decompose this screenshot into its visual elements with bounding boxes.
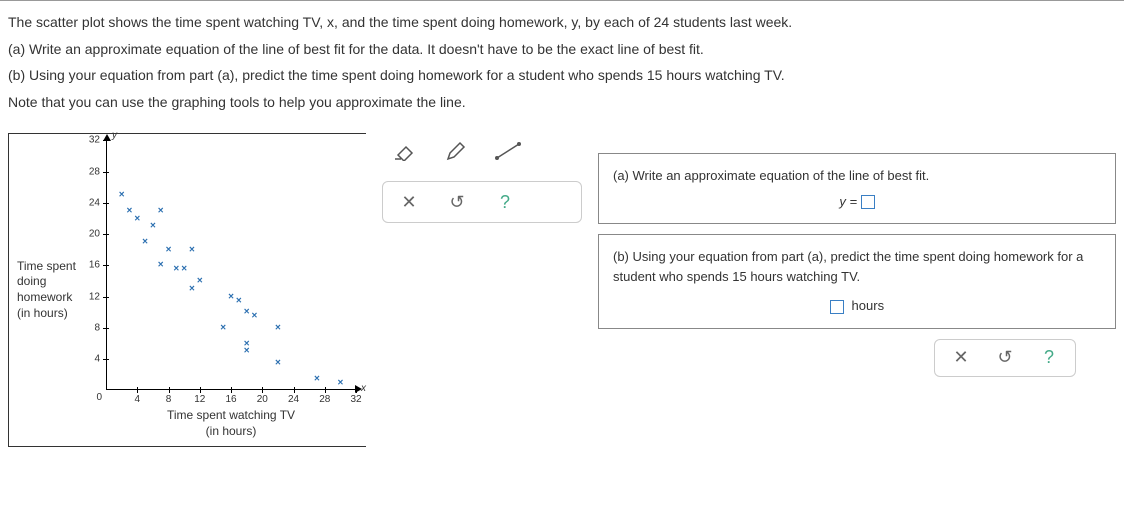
x-tick <box>200 387 201 393</box>
y-tick-label: 20 <box>89 229 100 240</box>
data-point: × <box>275 322 281 333</box>
data-point: × <box>166 244 172 255</box>
y-tick-label: 8 <box>94 322 100 333</box>
problem-part-a: (a) Write an approximate equation of the… <box>8 36 1116 63</box>
data-point: × <box>275 358 281 369</box>
data-point: × <box>119 190 125 201</box>
equation-input[interactable] <box>861 195 875 209</box>
answer-box-b: (b) Using your equation from part (a), p… <box>598 234 1116 329</box>
y-tick <box>103 140 109 141</box>
chart-panel: Time spent doing homework (in hours) y x… <box>8 133 366 446</box>
control-row-answers: ✕ ↺ ? <box>934 339 1076 377</box>
x-tick-label: 24 <box>288 394 299 405</box>
hours-unit: hours <box>852 298 885 313</box>
y-tick-label: 12 <box>89 291 100 302</box>
help-button[interactable]: ? <box>495 192 515 212</box>
clear-answers-button[interactable]: ✕ <box>951 348 971 368</box>
y-tick-label: 32 <box>89 135 100 146</box>
data-point: × <box>236 295 242 306</box>
data-point: × <box>252 311 258 322</box>
data-point: × <box>244 346 250 357</box>
data-point: × <box>181 264 187 275</box>
x-tick-label: 12 <box>194 394 205 405</box>
drawing-tools <box>382 133 582 169</box>
x-tick-label: 8 <box>166 394 172 405</box>
answer-box-a: (a) Write an approximate equation of the… <box>598 153 1116 224</box>
scatter-plot[interactable]: y x 0 4488121216162020242428283232××××××… <box>106 140 356 390</box>
y-tick <box>103 359 109 360</box>
y-tick <box>103 328 109 329</box>
data-point: × <box>142 236 148 247</box>
y-tick <box>103 265 109 266</box>
data-point: × <box>158 260 164 271</box>
x-tick <box>262 387 263 393</box>
x-tick <box>231 387 232 393</box>
y-tick-label: 24 <box>89 197 100 208</box>
data-point: × <box>244 307 250 318</box>
pencil-tool[interactable] <box>442 137 470 165</box>
x-tick-label: 20 <box>257 394 268 405</box>
eraser-tool[interactable] <box>390 137 418 165</box>
control-row-chart: ✕ ↺ ? <box>382 181 582 223</box>
y-tick <box>103 234 109 235</box>
problem-note: Note that you can use the graphing tools… <box>8 89 1116 116</box>
x-tick <box>325 387 326 393</box>
x-tick <box>294 387 295 393</box>
eq-left: y = <box>839 194 857 209</box>
equation-line: y = <box>613 192 1101 212</box>
data-point: × <box>127 205 133 216</box>
data-point: × <box>220 322 226 333</box>
x-tick <box>169 387 170 393</box>
y-tick <box>103 297 109 298</box>
data-point: × <box>197 276 203 287</box>
x-tick-label: 28 <box>319 394 330 405</box>
data-point: × <box>228 291 234 302</box>
y-tick-label: 28 <box>89 166 100 177</box>
data-point: × <box>314 373 320 384</box>
y-tick-label: 16 <box>89 260 100 271</box>
reset-button[interactable]: ↺ <box>447 192 467 212</box>
help-answers-button[interactable]: ? <box>1039 348 1059 368</box>
y-axis-label: Time spent doing homework (in hours) <box>17 140 102 439</box>
data-point: × <box>173 264 179 275</box>
x-var-label: x <box>361 383 366 394</box>
problem-part-b: (b) Using your equation from part (a), p… <box>8 62 1116 89</box>
origin-label: 0 <box>96 392 102 403</box>
y-var-label: y <box>112 130 117 141</box>
problem-statement: The scatter plot shows the time spent wa… <box>0 0 1124 127</box>
data-point: × <box>337 377 343 388</box>
problem-intro: The scatter plot shows the time spent wa… <box>8 9 1116 36</box>
x-tick <box>137 387 138 393</box>
y-tick <box>103 203 109 204</box>
line-tool[interactable] <box>494 137 522 165</box>
data-point: × <box>158 205 164 216</box>
tool-column: ✕ ↺ ? <box>382 133 582 446</box>
x-tick-label: 4 <box>134 394 140 405</box>
reset-answers-button[interactable]: ↺ <box>995 348 1015 368</box>
hours-input[interactable] <box>830 300 844 314</box>
data-point: × <box>189 283 195 294</box>
x-tick-label: 32 <box>350 394 361 405</box>
data-point: × <box>189 244 195 255</box>
data-point: × <box>150 221 156 232</box>
answer-b-prompt: (b) Using your equation from part (a), p… <box>613 247 1101 286</box>
x-tick <box>356 387 357 393</box>
x-tick-label: 16 <box>225 394 236 405</box>
y-tick <box>103 172 109 173</box>
data-point: × <box>134 213 140 224</box>
y-tick-label: 4 <box>94 354 100 365</box>
answer-a-prompt: (a) Write an approximate equation of the… <box>613 166 1101 186</box>
clear-button[interactable]: ✕ <box>399 192 419 212</box>
x-axis-label: Time spent watching TV (in hours) <box>106 408 356 439</box>
answer-column: (a) Write an approximate equation of the… <box>598 133 1116 446</box>
